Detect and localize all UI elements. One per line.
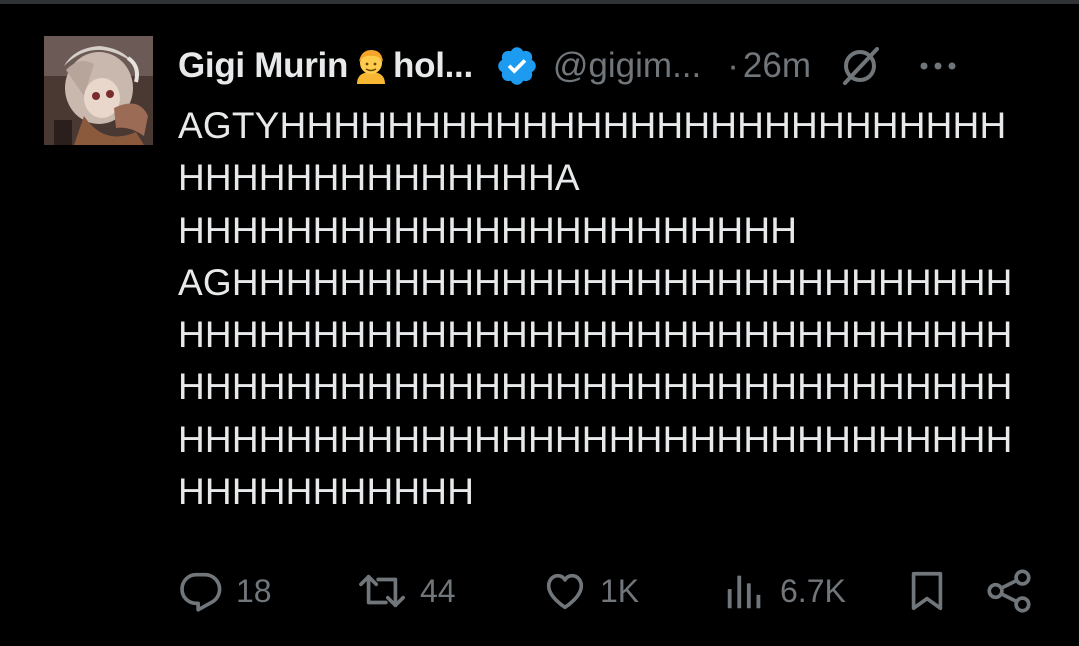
post-text-line: AGTYHHHHHHHHHHHHHHHHHHHHHHHHHHH: [178, 105, 1007, 146]
post-text-line: HHHHHHHHHHHHHHHHHHHHHHHHHHHHHHH: [178, 314, 1013, 356]
verified-badge-icon[interactable]: [495, 44, 539, 88]
repost-icon: [359, 574, 405, 608]
display-name-suffix[interactable]: hol...: [393, 46, 473, 86]
views-button[interactable]: 6.7K: [722, 566, 846, 616]
post-text-line: HHHHHHHHHHH: [178, 471, 475, 513]
reply-button[interactable]: 18: [178, 566, 272, 616]
post-header: Gigi Murin hol... @gigim... · 26m: [178, 38, 1058, 94]
meta-separator: ·: [727, 46, 739, 85]
share-button[interactable]: [984, 566, 1034, 616]
repost-count: 44: [420, 572, 456, 609]
display-name[interactable]: Gigi Murin: [178, 46, 348, 86]
avatar[interactable]: [44, 36, 153, 145]
post-timestamp[interactable]: 26m: [743, 46, 811, 86]
post-text-line: AGHHHHHHHHHHHHHHHHHHHHHHHHHHHHH: [178, 261, 1013, 303]
post-text-line: HHHHHHHHHHHHHHHHHHHHHHHHHHHHHHH: [178, 418, 1013, 460]
views-count: 6.7K: [780, 572, 846, 609]
grok-icon[interactable]: [837, 43, 883, 89]
post-text-line: HHHHHHHHHHHHHHA: [178, 157, 580, 199]
post-text-line: HHHHHHHHHHHHHHHHHHHHHHH: [178, 209, 798, 251]
author-handle[interactable]: @gigim...: [553, 46, 701, 86]
post-text-line: HHHHHHHHHHHHHHHHHHHHHHHHHHHHHHH: [178, 366, 1013, 408]
bookmark-button[interactable]: [904, 566, 950, 616]
share-icon: [987, 569, 1031, 613]
like-count: 1K: [600, 572, 640, 609]
more-icon[interactable]: [917, 56, 959, 76]
like-button[interactable]: 1K: [542, 566, 639, 616]
repost-button[interactable]: 44: [356, 566, 456, 616]
top-divider: [0, 0, 1079, 4]
action-bar: 18 44 1K 6.7K: [0, 558, 1079, 624]
post-text: AGTYHHHHHHHHHHHHHHHHHHHHHHHHHHH HHHHHHHH…: [178, 100, 1058, 518]
like-icon: [546, 573, 584, 610]
reply-icon: [180, 572, 222, 612]
person-emoji-icon: [351, 46, 391, 86]
bookmark-icon: [911, 571, 943, 611]
views-icon: [727, 575, 761, 609]
reply-count: 18: [236, 572, 272, 609]
